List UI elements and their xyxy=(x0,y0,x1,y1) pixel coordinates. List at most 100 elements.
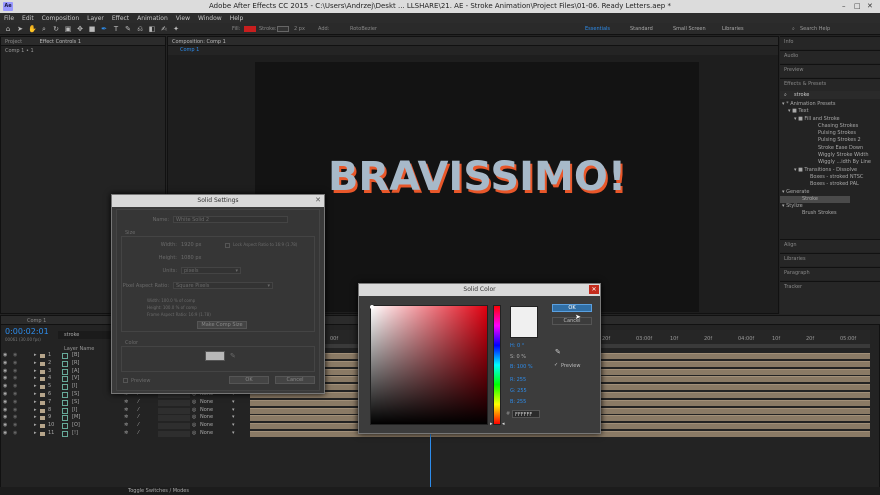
hue-slider-handle-right[interactable]: ◂ xyxy=(502,421,505,427)
zoom-tool-icon[interactable]: ⌕ xyxy=(40,25,48,33)
pickwhip-icon[interactable]: ⁄ xyxy=(138,399,139,407)
switch-boxes[interactable] xyxy=(158,407,190,414)
height-value[interactable]: 1080 px xyxy=(181,255,201,261)
shape-tool-icon[interactable]: ■ xyxy=(88,25,96,33)
close-icon[interactable]: ✕ xyxy=(867,2,873,10)
tree-transitions-dissolve[interactable]: ▾ ■ Transitions - Dissolve xyxy=(780,167,880,174)
timeline-search-input[interactable]: stroke xyxy=(58,331,118,339)
tree-text[interactable]: ▾ ■ Text xyxy=(780,108,880,115)
lock-aspect-checkbox[interactable] xyxy=(225,243,230,248)
eye-icon[interactable]: ◉ xyxy=(3,360,7,368)
expand-chevron-icon[interactable]: ▸ xyxy=(34,383,37,391)
menu-help[interactable]: Help xyxy=(230,15,244,22)
audio-icon[interactable]: ◉ xyxy=(13,391,17,399)
ok-button[interactable]: OK xyxy=(552,304,592,312)
eye-icon[interactable]: ◉ xyxy=(3,414,7,422)
switch-boxes[interactable] xyxy=(158,415,190,422)
chevron-down-icon[interactable]: ▾ xyxy=(232,414,235,422)
audio-icon[interactable]: ◉ xyxy=(13,399,17,407)
expand-chevron-icon[interactable]: ▸ xyxy=(34,391,37,399)
expand-chevron-icon[interactable]: ▸ xyxy=(34,360,37,368)
minimize-icon[interactable]: – xyxy=(842,2,846,10)
hue-field[interactable]: H: 0 ° xyxy=(510,343,524,349)
add-label[interactable]: Add: xyxy=(318,26,329,32)
libraries-panel[interactable]: Libraries xyxy=(780,253,880,266)
label-color-swatch[interactable] xyxy=(40,408,45,413)
rotate-tool-icon[interactable]: ↻ xyxy=(52,25,60,33)
audio-icon[interactable]: ◉ xyxy=(13,414,17,422)
name-field[interactable]: White Solid 2 xyxy=(173,216,288,223)
switch-boxes[interactable] xyxy=(158,423,190,430)
eye-icon[interactable]: ◉ xyxy=(3,391,7,399)
cancel-button[interactable]: Cancel xyxy=(552,317,592,325)
tab-composition[interactable]: Composition: Comp 1 xyxy=(172,39,226,45)
eye-icon[interactable]: ◉ xyxy=(3,368,7,376)
parent-icon[interactable]: ◎ xyxy=(192,430,196,438)
menu-animation[interactable]: Animation xyxy=(137,15,168,22)
brush-tool-icon[interactable]: ✎ xyxy=(124,25,132,33)
rotobezier-label[interactable]: RotoBezier xyxy=(350,26,377,32)
make-comp-size-button[interactable]: Make Comp Size xyxy=(197,321,247,329)
align-panel[interactable]: Align xyxy=(780,239,880,252)
effects-presets-tab[interactable]: Effects & Presets xyxy=(780,78,880,91)
audio-icon[interactable]: ◉ xyxy=(13,375,17,383)
expand-chevron-icon[interactable]: ▸ xyxy=(34,399,37,407)
eye-icon[interactable]: ◉ xyxy=(3,407,7,415)
layer-row[interactable]: ◉ ◉ ▸ 8 [I] ✲ ⁄ ◎ None ▾ xyxy=(0,407,250,415)
layer-name[interactable]: [V] xyxy=(72,375,79,383)
width-value[interactable]: 1920 px xyxy=(181,242,201,248)
collapse-icon[interactable]: ✲ xyxy=(124,399,128,407)
preview-checkbox[interactable] xyxy=(123,378,128,383)
layer-name[interactable]: [I] xyxy=(72,407,77,415)
pickwhip-icon[interactable]: ⁄ xyxy=(138,422,139,430)
collapse-icon[interactable]: ✲ xyxy=(124,414,128,422)
effects-search-input[interactable]: ⌕ stroke xyxy=(780,91,880,99)
color-field[interactable] xyxy=(370,305,488,425)
workspace-standard[interactable]: Standard xyxy=(630,26,653,32)
puppet-tool-icon[interactable]: ✦ xyxy=(172,25,180,33)
layer-name[interactable]: [R] xyxy=(72,360,79,368)
layer-row[interactable]: ◉ ◉ ▸ 10 [O] ✲ ⁄ ◎ None ▾ xyxy=(0,422,250,430)
tree-wiggly-width-by-line[interactable]: Wiggly ...idth By Line xyxy=(780,159,880,166)
hue-slider-handle-left[interactable]: ▸ xyxy=(490,421,493,427)
tree-chasing-strokes[interactable]: Chasing Strokes xyxy=(780,123,880,130)
tree-stroke-ease-down[interactable]: Stroke Ease Down xyxy=(780,145,880,152)
hand-tool-icon[interactable]: ✋ xyxy=(28,25,37,33)
workspace-small-screen[interactable]: Small Screen xyxy=(673,26,706,32)
workspace-essentials[interactable]: Essentials xyxy=(585,26,610,32)
stroke-swatch[interactable] xyxy=(277,26,289,32)
pen-tool-icon[interactable]: ✒ xyxy=(100,25,108,33)
audio-icon[interactable]: ◉ xyxy=(13,430,17,438)
maximize-icon[interactable]: □ xyxy=(854,2,861,10)
close-icon[interactable]: ✕ xyxy=(589,285,599,294)
audio-icon[interactable]: ◉ xyxy=(13,422,17,430)
color-swatch[interactable] xyxy=(205,351,225,361)
selection-tool-icon[interactable]: ➤ xyxy=(16,25,24,33)
red-field[interactable]: R: 255 xyxy=(510,377,526,383)
tree-stroke[interactable]: Stroke xyxy=(780,195,850,204)
collapse-icon[interactable]: ✲ xyxy=(124,430,128,438)
audio-icon[interactable]: ◉ xyxy=(13,407,17,415)
tree-boxes-stroked-pal[interactable]: Boxes - stroked PAL xyxy=(780,181,880,188)
menu-view[interactable]: View xyxy=(176,15,190,22)
parent-icon[interactable]: ◎ xyxy=(192,399,196,407)
tree-pulsing-strokes[interactable]: Pulsing Strokes xyxy=(780,130,880,137)
audio-icon[interactable]: ◉ xyxy=(13,383,17,391)
tree-boxes-stroked-ntsc[interactable]: Boxes - stroked NTSC xyxy=(780,174,880,181)
stroke-width[interactable]: 2 px xyxy=(294,26,305,32)
label-color-swatch[interactable] xyxy=(40,361,45,366)
workspace-libraries[interactable]: Libraries xyxy=(722,26,744,32)
audio-icon[interactable]: ◉ xyxy=(13,352,17,360)
eye-icon[interactable]: ◉ xyxy=(3,422,7,430)
chevron-down-icon[interactable]: ▾ xyxy=(232,422,235,430)
search-help-input[interactable]: Search Help xyxy=(800,26,830,32)
color-picker-handle[interactable] xyxy=(370,305,374,309)
clone-stamp-tool-icon[interactable]: ⎌ xyxy=(136,25,144,33)
layer-name[interactable]: [I] xyxy=(72,383,77,391)
type-tool-icon[interactable]: T xyxy=(112,25,120,33)
timecode[interactable]: 0:00:02:01 xyxy=(5,327,49,336)
layer-name[interactable]: [S] xyxy=(72,391,79,399)
pickwhip-icon[interactable]: ⁄ xyxy=(138,430,139,438)
fill-swatch[interactable] xyxy=(244,26,256,32)
eyedropper-icon[interactable]: ✎ xyxy=(230,352,236,360)
